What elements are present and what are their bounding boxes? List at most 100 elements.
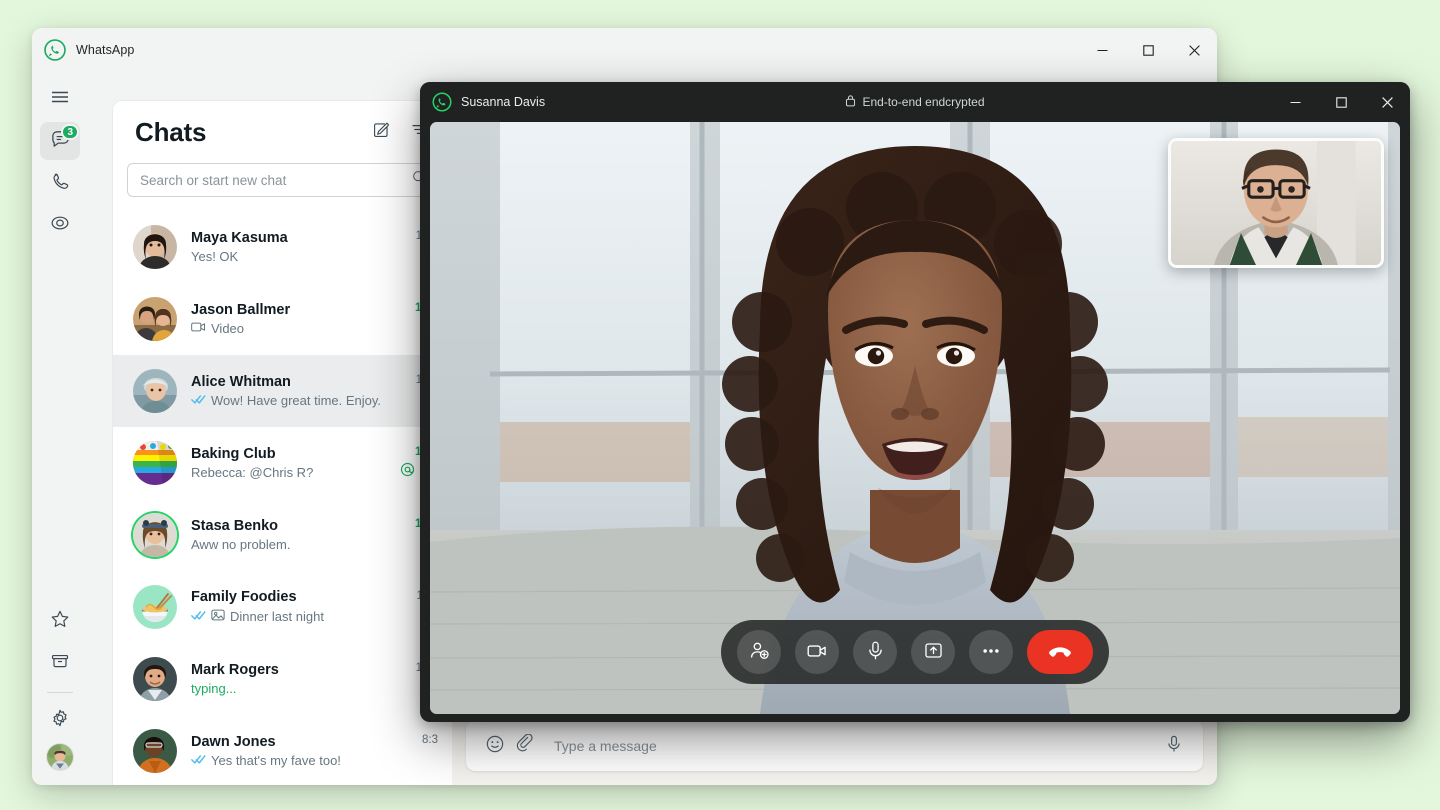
video-camera-icon — [191, 321, 206, 336]
chat-list-item[interactable]: Jason Ballmer Video 15:2 5 — [113, 283, 452, 355]
chat-list[interactable]: Maya Kasuma Yes! OK 14:5 Jason Ballmer V… — [113, 211, 452, 785]
chat-list-item[interactable]: Mark Rogers typing... 10:5 — [113, 643, 452, 715]
read-receipt-ticks — [191, 393, 206, 408]
chat-list-item[interactable]: Alice Whitman Wow! Have great time. Enjo… — [113, 355, 452, 427]
compose-pencil-icon — [372, 120, 391, 144]
ellipsis-icon — [980, 640, 1002, 665]
call-maximize-button[interactable] — [1318, 82, 1364, 122]
video-call-window: Susanna Davis End-to-end endcrypted — [420, 82, 1410, 722]
chat-item-name: Family Foodies — [191, 589, 297, 605]
sidebar-item-settings[interactable] — [40, 701, 80, 739]
window-titlebar: WhatsApp — [32, 28, 1217, 72]
call-titlebar: Susanna Davis End-to-end endcrypted — [420, 82, 1410, 122]
chat-item-text: Family Foodies Dinner last night — [191, 589, 384, 625]
chat-item-preview-text: typing... — [191, 681, 237, 696]
chat-list-panel: Chats Search or start new chat Maya Kasu… — [112, 100, 452, 785]
chat-item-preview-text: Wow! Have great time. Enjoy. — [211, 393, 382, 408]
sidebar-item-status[interactable] — [40, 206, 80, 244]
window-controls — [1079, 28, 1217, 72]
chat-list-item[interactable]: Maya Kasuma Yes! OK 14:5 — [113, 211, 452, 283]
chat-item-preview-text: Rebecca: @Chris R? — [191, 465, 314, 480]
sidebar-item-starred[interactable] — [40, 602, 80, 640]
search-input[interactable]: Search or start new chat — [127, 163, 438, 197]
toggle-camera-button[interactable] — [795, 630, 839, 674]
photo-icon — [211, 608, 225, 625]
emoji-button[interactable] — [480, 731, 510, 761]
status-ring-icon — [50, 213, 70, 238]
paperclip-icon — [515, 733, 535, 759]
emoji-smiley-icon — [485, 734, 505, 759]
toggle-microphone-button[interactable] — [853, 630, 897, 674]
archive-box-icon — [50, 651, 70, 676]
voice-message-button[interactable] — [1159, 731, 1189, 761]
chat-item-preview: typing... — [191, 681, 384, 696]
new-chat-button[interactable] — [364, 115, 398, 149]
microphone-icon — [1164, 734, 1184, 759]
avatar[interactable] — [133, 369, 177, 413]
sidebar-item-archived[interactable] — [40, 644, 80, 682]
chat-item-preview: Dinner last night — [191, 608, 384, 625]
whatsapp-logo-icon — [432, 92, 452, 112]
share-screen-button[interactable] — [911, 630, 955, 674]
chat-item-preview: Wow! Have great time. Enjoy. — [191, 393, 384, 408]
chat-item-preview-text: Dinner last night — [230, 609, 324, 624]
chat-item-preview-text: Yes that's my fave too! — [211, 753, 341, 768]
read-receipt-ticks — [191, 753, 206, 768]
maximize-button[interactable] — [1125, 28, 1171, 72]
minimize-button[interactable] — [1079, 28, 1125, 72]
chats-unread-badge: 3 — [61, 124, 79, 140]
call-minimize-button[interactable] — [1272, 82, 1318, 122]
avatar[interactable] — [133, 225, 177, 269]
call-close-button[interactable] — [1364, 82, 1410, 122]
chat-item-preview-text: Aww no problem. — [191, 537, 291, 552]
encryption-indicator: End-to-end endcrypted — [845, 94, 985, 110]
app-title: WhatsApp — [76, 43, 135, 57]
call-window-controls — [1272, 82, 1410, 122]
whatsapp-logo-icon — [44, 39, 66, 61]
add-participant-button[interactable] — [737, 630, 781, 674]
close-button[interactable] — [1171, 28, 1217, 72]
chat-item-meta: 8:3 — [392, 734, 438, 769]
gear-icon — [50, 708, 70, 733]
call-video-stage[interactable] — [430, 122, 1400, 714]
chat-item-name: Stasa Benko — [191, 518, 279, 534]
chat-item-name: Alice Whitman — [191, 374, 291, 390]
chat-list-item[interactable]: Stasa Benko Aww no problem. 13:5 2 — [113, 499, 452, 571]
chat-item-name: Maya Kasuma — [191, 230, 288, 246]
end-call-handset-icon — [1046, 637, 1074, 668]
person-add-icon — [749, 640, 770, 664]
avatar[interactable] — [133, 513, 177, 557]
chat-item-text: Baking Club Rebecca: @Chris R? — [191, 446, 384, 480]
sidebar-item-chats[interactable]: 3 — [40, 122, 80, 160]
avatar[interactable] — [133, 441, 177, 485]
lock-icon — [845, 94, 856, 110]
self-view-pip[interactable] — [1168, 138, 1384, 268]
chat-list-item[interactable]: Family Foodies Dinner last night 11:2 — [113, 571, 452, 643]
avatar[interactable] — [133, 729, 177, 773]
more-options-button[interactable] — [969, 630, 1013, 674]
attach-button[interactable] — [510, 731, 540, 761]
sidebar-item-calls[interactable] — [40, 164, 80, 202]
chat-item-name: Dawn Jones — [191, 734, 276, 750]
hamburger-menu-button[interactable] — [40, 80, 80, 118]
share-screen-icon — [923, 640, 944, 664]
search-wrapper: Search or start new chat — [113, 163, 452, 209]
chat-item-text: Mark Rogers typing... — [191, 662, 384, 696]
chat-item-text: Alice Whitman Wow! Have great time. Enjo… — [191, 374, 384, 408]
chat-item-text: Stasa Benko Aww no problem. — [191, 518, 384, 552]
video-camera-icon — [806, 640, 828, 665]
chat-item-name: Mark Rogers — [191, 662, 279, 678]
avatar[interactable] — [133, 585, 177, 629]
profile-avatar[interactable] — [46, 743, 74, 771]
chat-list-item[interactable]: Dawn Jones Yes that's my fave too! 8:3 — [113, 715, 452, 785]
mention-icon — [400, 462, 415, 482]
chat-list-item[interactable]: Baking Club Rebecca: @Chris R? 14:4 1 — [113, 427, 452, 499]
chat-item-text: Dawn Jones Yes that's my fave too! — [191, 734, 384, 768]
avatar[interactable] — [133, 657, 177, 701]
chat-item-text: Maya Kasuma Yes! OK — [191, 230, 384, 264]
end-call-button[interactable] — [1027, 630, 1093, 674]
navigation-rail: 3 — [32, 72, 88, 785]
read-receipt-ticks — [191, 609, 206, 624]
message-input[interactable]: Type a message — [540, 738, 1159, 754]
avatar[interactable] — [133, 297, 177, 341]
